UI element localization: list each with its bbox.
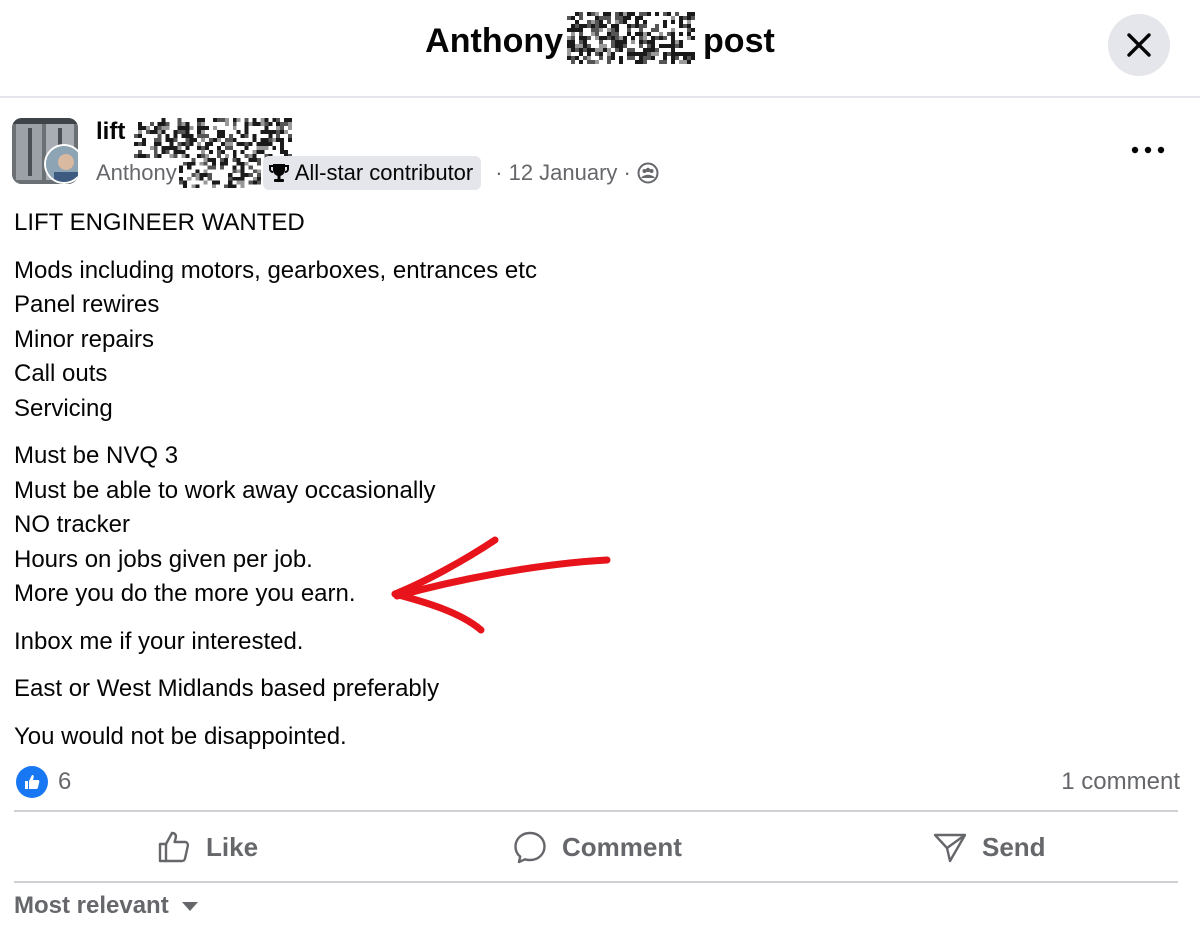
post-dialog-header: Anthony post bbox=[0, 0, 1200, 98]
duties-list: Mods including motors, gearboxes, entran… bbox=[14, 254, 537, 427]
sort-label: Most relevant bbox=[14, 892, 169, 919]
duty-line: Panel rewires bbox=[14, 291, 160, 318]
redacted-group-name-block bbox=[134, 118, 292, 158]
comment-label: Comment bbox=[562, 831, 682, 862]
thumbs-up-outline-icon bbox=[158, 831, 190, 863]
duty-line: Minor repairs bbox=[14, 325, 155, 353]
redacted-author-name-block bbox=[178, 158, 261, 188]
post-header: lift Anthony All-star contributor · 12 J… bbox=[12, 118, 1188, 190]
like-button[interactable]: Like bbox=[156, 814, 258, 880]
like-reaction-icon[interactable] bbox=[16, 766, 48, 798]
duty-line: Mods including motors, gearboxes, entran… bbox=[14, 256, 537, 284]
divider bbox=[14, 881, 1178, 883]
meta-separator: · bbox=[623, 160, 631, 185]
post-meta: Anthony All-star contributor · 12 Januar… bbox=[96, 156, 659, 190]
duty-line: Servicing bbox=[14, 394, 113, 422]
caret-down-icon bbox=[181, 902, 198, 911]
post-date-link[interactable]: 12 January bbox=[509, 160, 618, 186]
thumbs-up-icon bbox=[25, 775, 40, 789]
dialog-title-suffix: post bbox=[703, 22, 775, 60]
duty-line: Call outs bbox=[14, 360, 108, 387]
requirement-line: Must be NVQ 3 bbox=[14, 442, 179, 469]
dialog-title: Anthony post bbox=[0, 12, 1200, 65]
closing-line: You would not be disappointed. bbox=[14, 722, 347, 750]
comment-button[interactable]: Comment bbox=[512, 814, 682, 880]
post-heading: LIFT ENGINEER WANTED bbox=[14, 209, 305, 236]
post-options-button[interactable] bbox=[1124, 136, 1172, 164]
comment-sort-dropdown[interactable]: Most relevant bbox=[14, 892, 199, 920]
author-avatar[interactable] bbox=[44, 144, 78, 184]
location-line: East or West Midlands based preferably bbox=[14, 675, 440, 702]
author-name-link[interactable]: Anthony bbox=[96, 160, 177, 186]
group-avatar[interactable] bbox=[12, 118, 78, 184]
comments-count-link[interactable]: 1 comment bbox=[1061, 768, 1180, 796]
redacted-name-block bbox=[567, 12, 696, 65]
send-button[interactable]: Send bbox=[932, 814, 1046, 880]
more-horizontal-icon bbox=[1131, 146, 1165, 154]
all-star-contributor-badge[interactable]: All-star contributor bbox=[262, 156, 482, 190]
divider bbox=[14, 810, 1178, 812]
red-annotation-arrow bbox=[391, 536, 611, 634]
badge-label: All-star contributor bbox=[294, 160, 474, 185]
group-icon bbox=[637, 162, 659, 184]
dialog-title-prefix: Anthony bbox=[425, 22, 564, 60]
post-actions-bar: Like Comment Send bbox=[14, 814, 1178, 880]
group-name-link[interactable]: lift bbox=[96, 118, 125, 146]
reactions-summary: 6 1 comment bbox=[16, 764, 1180, 804]
send-label: Send bbox=[982, 831, 1046, 862]
like-label: Like bbox=[206, 831, 259, 862]
person-photo-icon bbox=[46, 146, 78, 182]
reactions-count[interactable]: 6 bbox=[58, 768, 71, 796]
post-body: LIFT ENGINEER WANTED Mods including moto… bbox=[14, 206, 537, 754]
comment-bubble-icon bbox=[514, 831, 546, 864]
close-icon bbox=[1127, 33, 1151, 57]
requirement-line: Must be able to work away occasionally bbox=[14, 476, 436, 504]
trophy-icon bbox=[268, 164, 289, 182]
meta-separator: · bbox=[495, 160, 503, 185]
close-button[interactable] bbox=[1108, 14, 1170, 76]
send-icon bbox=[933, 833, 967, 863]
